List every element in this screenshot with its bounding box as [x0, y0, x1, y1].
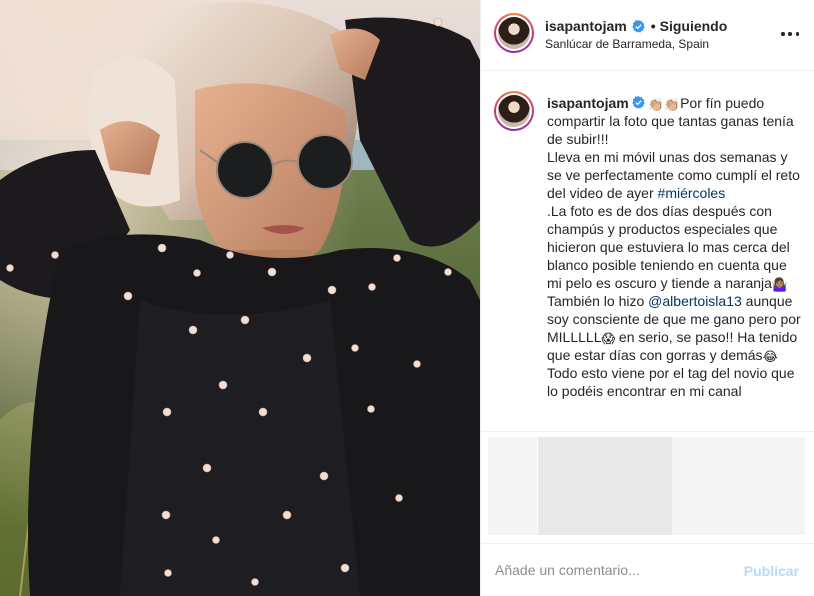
- comment-input[interactable]: [495, 562, 725, 578]
- related-post-thumbnail[interactable]: [538, 437, 672, 535]
- avatar-image: [498, 17, 530, 49]
- more-options-icon[interactable]: [781, 24, 799, 44]
- post-details-panel: isapantojam • Siguiendo Sanlúcar de Barr…: [480, 0, 814, 596]
- related-posts-strip: [481, 431, 814, 543]
- tears-of-joy-icon: 😂: [762, 349, 778, 364]
- caption-text: También lo hizo: [547, 293, 649, 309]
- verified-badge-icon: [632, 19, 645, 33]
- clapping-hands-icon: 👏🏼👏🏼: [647, 97, 681, 112]
- caption-username[interactable]: isapantojam: [547, 95, 629, 111]
- post-location[interactable]: Sanlúcar de Barrameda, Spain: [545, 37, 709, 51]
- header-username[interactable]: isapantojam: [545, 18, 627, 34]
- hashtag-link[interactable]: #miércoles: [658, 185, 726, 201]
- separator-dot: •: [650, 18, 656, 34]
- related-post-thumbnail[interactable]: [488, 437, 537, 535]
- post-header: isapantojam • Siguiendo Sanlúcar de Barr…: [481, 0, 814, 71]
- screaming-face-icon: 😱: [601, 331, 616, 346]
- caption-text: Todo esto viene por el tag del novio que…: [547, 365, 795, 399]
- post-caption: isapantojam 👏🏼👏🏼Por fín puedo compartir l…: [547, 94, 803, 400]
- avatar[interactable]: [494, 13, 534, 53]
- caption-avatar-image: [498, 95, 530, 127]
- verified-badge-icon: [632, 96, 645, 109]
- caption-text: .La foto es de dos días después con cham…: [547, 203, 790, 291]
- add-comment-bar: Publicar: [481, 543, 814, 596]
- post-photo[interactable]: [0, 0, 480, 596]
- post-photo-illustration: [0, 0, 480, 596]
- mention-link[interactable]: @albertoisla13: [648, 293, 742, 309]
- following-button[interactable]: Siguiendo: [660, 18, 728, 34]
- related-post-thumbnail[interactable]: [672, 437, 805, 535]
- publish-button[interactable]: Publicar: [744, 563, 799, 579]
- shrug-icon: 🤷🏽‍♀️: [771, 277, 789, 292]
- header-user-line: isapantojam • Siguiendo: [545, 18, 727, 34]
- caption-avatar[interactable]: [494, 91, 534, 131]
- comments-area[interactable]: isapantojam 👏🏼👏🏼Por fín puedo compartir l…: [481, 71, 814, 431]
